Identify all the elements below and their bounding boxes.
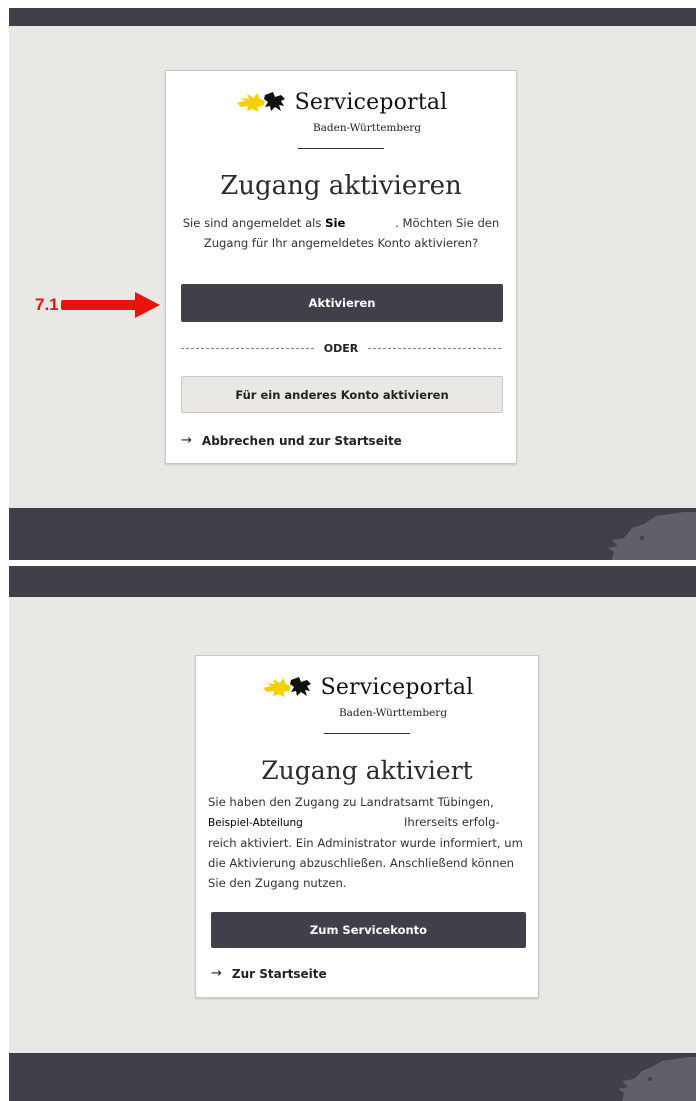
stag-lion-crest-icon	[236, 92, 285, 112]
home-link[interactable]: → Zur Startseite	[211, 966, 327, 981]
stag-lion-crest-icon	[262, 677, 311, 697]
arrow-right-icon: →	[211, 966, 222, 981]
logo-divider	[298, 148, 384, 149]
user-name: Sie	[325, 216, 346, 230]
step-annotation: 7.1	[35, 291, 161, 319]
arrow-right-icon: →	[181, 433, 192, 448]
step-label: 7.1	[35, 295, 59, 314]
page-title: Zugang aktiviert	[261, 756, 473, 785]
activate-screen: Serviceportal Baden-Württemberg Zugang a…	[9, 8, 696, 560]
servicekonto-button[interactable]: Zum Servicekonto	[211, 912, 526, 948]
logo-subtitle: Baden-Württemberg	[338, 707, 448, 719]
activated-screen: Serviceportal Baden-Württemberg Zugang a…	[9, 566, 696, 1101]
logo-title: Serviceportal	[320, 674, 474, 700]
or-divider: ODER	[181, 340, 501, 356]
activation-text-line1: Sie haben den Zugang zu Landratsamt Tübi…	[208, 795, 494, 809]
activate-other-account-button[interactable]: Für ein anderes Konto aktivieren	[181, 376, 503, 413]
logo-divider	[324, 733, 410, 734]
arrow-right-icon	[60, 292, 160, 318]
login-info-text: Sie sind angemeldet als Sie. Möchten Sie…	[176, 213, 506, 253]
serviceportal-logo[interactable]: Serviceportal Baden-Württemberg	[166, 89, 516, 149]
home-link-label: Zur Startseite	[231, 966, 327, 981]
logo-title: Serviceportal	[294, 89, 448, 115]
divider-line-right	[368, 347, 501, 349]
serviceportal-logo[interactable]: Serviceportal Baden-Württemberg	[196, 674, 538, 734]
cancel-link-label: Abbrechen und zur Startseite	[201, 433, 402, 448]
activate-card: Serviceportal Baden-Württemberg Zugang a…	[165, 70, 517, 464]
activation-info-text: Sie haben den Zugang zu Landratsamt Tübi…	[208, 792, 526, 893]
activate-button[interactable]: Aktivieren	[181, 284, 503, 322]
department-name: Beispiel-Abteilung	[208, 817, 303, 829]
page-title: Zugang aktivieren	[220, 171, 462, 201]
divider-line-left	[181, 347, 314, 349]
bottom-header-bar	[9, 566, 696, 597]
logo-subtitle: Baden-Württemberg	[312, 122, 422, 134]
activated-card: Serviceportal Baden-Württemberg Zugang a…	[195, 655, 539, 998]
top-footer-bar	[9, 508, 696, 560]
top-header-bar	[9, 8, 696, 26]
lion-silhouette-icon	[608, 512, 696, 560]
bottom-footer-bar	[9, 1053, 696, 1101]
or-label: ODER	[323, 341, 359, 355]
logged-in-as-text: Sie sind angemeldet als	[182, 216, 322, 230]
cancel-link[interactable]: → Abbrechen und zur Startseite	[181, 433, 402, 448]
lion-silhouette-icon	[618, 1057, 696, 1101]
